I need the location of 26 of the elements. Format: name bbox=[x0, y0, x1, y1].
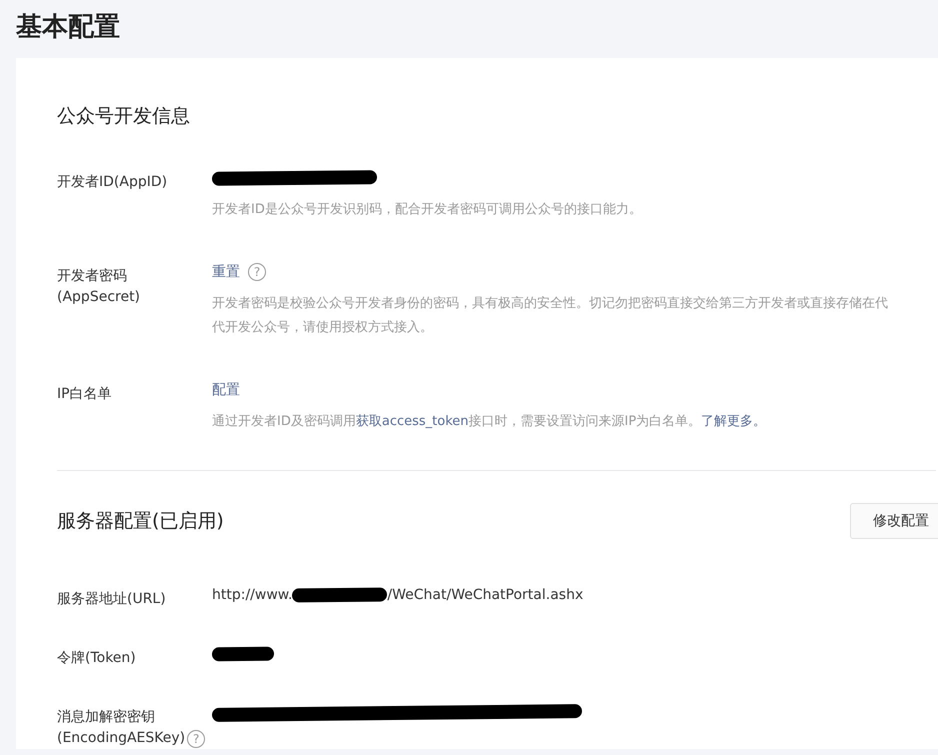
value-link[interactable]: 配置 bbox=[212, 381, 240, 399]
section-title: 公众号开发信息 bbox=[57, 104, 190, 129]
field-description: 接口时，需要设置访问来源IP为白名单。 bbox=[468, 414, 702, 429]
help-icon[interactable]: ? bbox=[187, 730, 206, 748]
help-link[interactable]: 获取access_token bbox=[356, 414, 469, 429]
field-description: 代开发公众号，请使用授权方式接入。 bbox=[212, 319, 434, 337]
page-title: 基本配置 bbox=[15, 11, 120, 44]
redaction-mark bbox=[212, 646, 274, 662]
value-text: /WeChat/WeChatPortal.ashx bbox=[387, 587, 584, 603]
value-link[interactable]: 重置 bbox=[212, 263, 240, 281]
field-label: 服务器地址(URL) bbox=[57, 590, 167, 609]
field-label: (EncodingAESKey) bbox=[57, 729, 186, 748]
field-label: 消息加解密密钥 bbox=[57, 708, 156, 727]
help-icon[interactable]: ? bbox=[248, 263, 266, 281]
field-description: 开发者ID是公众号开发识别码，配合开发者密码可调用公众号的接口能力。 bbox=[212, 201, 643, 219]
section-title: 服务器配置(已启用) bbox=[57, 509, 224, 534]
field-label: IP白名单 bbox=[57, 385, 113, 404]
field-label: 开发者ID(AppID) bbox=[57, 173, 168, 192]
field-description: 开发者密码是校验公众号开发者身份的密码，具有极高的安全性。切记勿把密码直接交给第三方开发者或直接存储在代 bbox=[212, 295, 889, 313]
value-text: http://www. bbox=[212, 587, 292, 603]
help-link[interactable]: 了解更多。 bbox=[701, 414, 766, 429]
field-description: 通过开发者ID及密码调用 bbox=[212, 414, 356, 429]
field-label: 开发者密码 bbox=[57, 267, 128, 286]
field-label: (AppSecret) bbox=[57, 288, 142, 307]
field-label: 令牌(Token) bbox=[57, 649, 137, 668]
edit-config-button[interactable]: 修改配置 bbox=[850, 503, 938, 539]
